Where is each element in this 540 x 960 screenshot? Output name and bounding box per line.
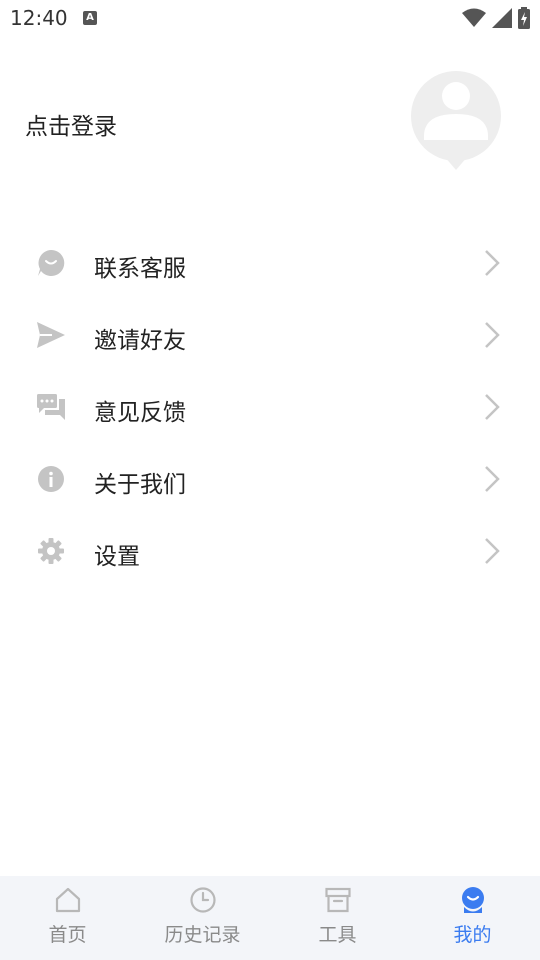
login-link[interactable]: 点击登录 <box>25 107 117 141</box>
status-time: 12:40 <box>10 6 68 30</box>
nav-tab-label: 我的 <box>453 924 492 946</box>
gear-icon <box>36 536 66 566</box>
menu-item-label: 关于我们 <box>94 472 186 498</box>
nav-tab-history[interactable]: 历史记录 <box>135 876 270 960</box>
nav-tab-label: 工具 <box>318 924 357 946</box>
nav-tab-home[interactable]: 首页 <box>0 876 135 960</box>
menu-item-label: 设置 <box>94 544 140 570</box>
chevron-right-icon <box>485 322 500 348</box>
status-icons <box>462 7 530 29</box>
menu-item-feedback[interactable]: 意见反馈 <box>0 372 540 444</box>
info-icon <box>36 464 66 494</box>
signal-icon <box>492 8 512 28</box>
customer-service-icon <box>36 248 66 278</box>
send-icon <box>36 320 66 350</box>
menu-item-settings[interactable]: 设置 <box>0 516 540 588</box>
menu-item-invite-friends[interactable]: 邀请好友 <box>0 300 540 372</box>
notification-icon: A <box>83 11 97 25</box>
nav-tab-tools[interactable]: 工具 <box>270 876 405 960</box>
chevron-right-icon <box>485 250 500 276</box>
battery-icon <box>518 7 530 29</box>
menu-item-label: 联系客服 <box>94 256 186 282</box>
feedback-icon <box>36 392 66 422</box>
avatar-placeholder-icon <box>411 71 501 170</box>
home-icon <box>55 887 80 913</box>
menu-list: 联系客服 邀请好友 意见反馈 关于我们 设置 <box>0 228 540 588</box>
chevron-right-icon <box>485 538 500 564</box>
bottom-nav: 首页 历史记录 工具 我的 <box>0 876 540 960</box>
profile-icon <box>461 887 484 913</box>
nav-tab-label: 历史记录 <box>164 924 241 946</box>
wifi-icon <box>462 8 486 27</box>
menu-item-label: 邀请好友 <box>94 328 186 354</box>
chevron-right-icon <box>485 394 500 420</box>
chevron-right-icon <box>485 466 500 492</box>
menu-item-customer-service[interactable]: 联系客服 <box>0 228 540 300</box>
clock-icon <box>189 887 216 913</box>
toolbox-icon <box>324 887 351 913</box>
nav-tab-profile[interactable]: 我的 <box>405 876 540 960</box>
menu-item-label: 意见反馈 <box>94 400 186 426</box>
avatar[interactable] <box>410 70 502 172</box>
status-bar: 12:40 A <box>0 0 540 36</box>
menu-item-about-us[interactable]: 关于我们 <box>0 444 540 516</box>
nav-tab-label: 首页 <box>48 924 87 946</box>
